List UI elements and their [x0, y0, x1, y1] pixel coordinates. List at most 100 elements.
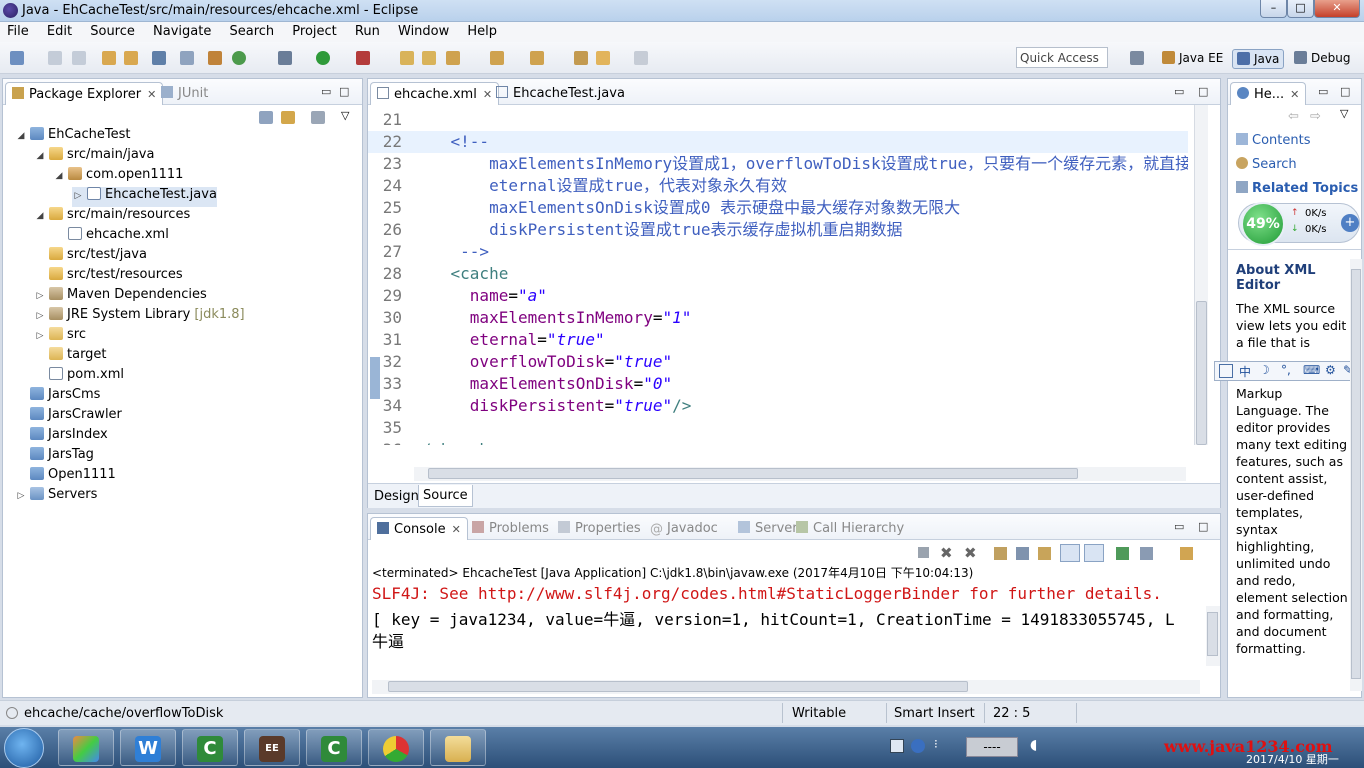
next-annotation-icon[interactable] [530, 51, 544, 65]
punctuation-icon[interactable]: °, [1281, 363, 1291, 377]
expand-toggle-icon[interactable]: ▷ [34, 311, 46, 321]
menu-help[interactable]: Help [460, 22, 504, 39]
show-stderr-icon[interactable] [1084, 544, 1104, 562]
moon-icon[interactable]: ☽ [1259, 363, 1270, 377]
new-icon[interactable] [10, 51, 24, 65]
code-line[interactable]: 33 maxElementsOnDisk="0" [368, 373, 1188, 395]
remove-launch-icon[interactable]: ✖ [940, 544, 953, 562]
view-menu-icon[interactable]: ▽ [341, 109, 349, 122]
scroll-lock-icon[interactable] [1016, 547, 1029, 560]
menu-window[interactable]: Window [391, 22, 456, 39]
code-line[interactable]: 32 overflowToDisk="true" [368, 351, 1188, 373]
save-icon[interactable] [48, 51, 62, 65]
tray-menu-icon[interactable]: ⁝ [934, 737, 938, 751]
taskbar-app-word[interactable]: W [120, 729, 176, 766]
expand-toggle-icon[interactable]: ▷ [72, 191, 84, 201]
clear-console-icon[interactable] [994, 547, 1007, 560]
tree-item[interactable]: src/test/java [34, 247, 147, 267]
display-console-icon[interactable] [1140, 547, 1153, 560]
save-all-icon[interactable] [72, 51, 86, 65]
settings-icon[interactable]: ⚙ [1325, 363, 1336, 377]
console-hscroll-thumb[interactable] [388, 681, 968, 692]
tree-item[interactable]: ◢ src/main/java [34, 147, 154, 167]
tree-item[interactable]: JarsIndex [15, 427, 108, 447]
code-line[interactable]: 34 diskPersistent="true"/> [368, 395, 1188, 417]
expand-toggle-icon[interactable]: ◢ [34, 211, 46, 221]
tab-properties[interactable]: Properties [552, 517, 647, 540]
editor-vertical-scrollbar[interactable] [1194, 105, 1208, 445]
terminate-icon[interactable] [918, 547, 929, 558]
perspective-debug[interactable]: Debug [1290, 49, 1354, 69]
close-icon[interactable]: ✕ [452, 523, 461, 536]
help-vscroll-thumb[interactable] [1351, 269, 1361, 679]
code-line[interactable]: 28 <cache [368, 263, 1188, 285]
tree-item[interactable]: target [34, 347, 107, 367]
console-view-icon[interactable] [152, 51, 166, 65]
pen-icon[interactable] [446, 51, 460, 65]
link-with-editor-icon[interactable] [281, 111, 295, 124]
show-stdout-icon[interactable] [1060, 544, 1080, 562]
minimize-help-icon[interactable]: ▭ [1318, 85, 1328, 98]
external-tools-icon[interactable] [356, 51, 370, 65]
maximize-view-icon[interactable]: □ [339, 85, 349, 98]
pin-console-icon[interactable] [1116, 547, 1129, 560]
code-line[interactable]: 22 <!-- [368, 131, 1188, 153]
code-line[interactable]: 24 eternal设置成true，代表对象永久有效 [368, 175, 1188, 197]
focus-task-icon[interactable] [311, 111, 325, 124]
tab-source[interactable]: Source [418, 485, 473, 507]
expand-toggle-icon[interactable]: ▷ [34, 291, 46, 301]
console-vscroll-thumb[interactable] [1207, 612, 1218, 656]
tab-design[interactable]: Design [372, 487, 421, 506]
tab-junit[interactable]: JUnit [155, 82, 214, 105]
code-line[interactable]: 29 name="a" [368, 285, 1188, 307]
start-button[interactable] [4, 728, 44, 768]
collapse-all-icon[interactable] [259, 111, 273, 124]
tab-problems[interactable]: Problems [466, 517, 555, 540]
tab-console[interactable]: Console ✕ [370, 517, 468, 540]
maximize-editor-icon[interactable]: □ [1198, 85, 1208, 98]
tree-item[interactable]: ▷ JRE System Library [jdk1.8] [34, 307, 245, 327]
menu-project[interactable]: Project [285, 22, 343, 39]
debug-icon[interactable] [278, 51, 292, 65]
remove-all-icon[interactable]: ✖ [964, 544, 977, 562]
maximize-help-icon[interactable]: □ [1340, 85, 1350, 98]
help-forward-icon[interactable]: ⇨ [1310, 109, 1321, 124]
code-line[interactable]: 27 --> [368, 241, 1188, 263]
tree-item[interactable]: pom.xml [34, 367, 124, 387]
tray-ime-icon[interactable] [890, 739, 904, 753]
ime-toolbar[interactable]: 中 ☽ °, ⌨ ⚙ ✎ [1214, 361, 1360, 381]
help-contents-link[interactable]: Contents [1236, 133, 1310, 148]
help-back-icon[interactable]: ⇦ [1288, 109, 1299, 124]
close-icon[interactable]: ✕ [1290, 88, 1299, 101]
minimize-view-icon[interactable]: ▭ [321, 85, 331, 98]
open-resource-icon[interactable] [124, 51, 138, 65]
tree-item[interactable]: JarsCms [15, 387, 100, 407]
keyboard-icon[interactable]: ⌨ [1303, 363, 1320, 377]
expand-toggle-icon[interactable]: ◢ [15, 131, 27, 141]
taskbar-app-colorful[interactable] [58, 729, 114, 766]
run-icon[interactable] [316, 51, 330, 65]
tree-item[interactable]: JarsCrawler [15, 407, 122, 427]
taskbar-app-camtasia-2[interactable]: C [306, 729, 362, 766]
tree-item[interactable]: JarsTag [15, 447, 94, 467]
tab-ehcache-xml[interactable]: ehcache.xml ✕ [370, 82, 500, 105]
new-java-project-icon[interactable] [400, 51, 414, 65]
editor-hscroll-thumb[interactable] [428, 468, 1078, 479]
code-line[interactable]: 30 maxElementsInMemory="1" [368, 307, 1188, 329]
back-icon[interactable] [596, 51, 610, 65]
tree-item[interactable]: ◢ com.open1111 [53, 167, 183, 187]
menu-run[interactable]: Run [348, 22, 387, 39]
tree-item[interactable]: ◢ src/main/resources [34, 207, 190, 227]
help-menu-icon[interactable]: ▽ [1340, 107, 1348, 120]
perspective-java[interactable]: Java [1232, 49, 1285, 69]
open-type-icon[interactable] [102, 51, 116, 65]
perspective-java-ee[interactable]: Java EE [1158, 49, 1227, 69]
minimize-button[interactable]: – [1260, 0, 1287, 18]
network-speed-widget[interactable]: 49% ↑ 0K/s ↓ 0K/s + [1238, 202, 1360, 246]
tab-javadoc[interactable]: @ Javadoc [644, 517, 724, 540]
plus-icon[interactable]: + [1341, 214, 1359, 232]
menu-navigate[interactable]: Navigate [146, 22, 218, 39]
tree-item[interactable]: ▷ EhcacheTest.java [72, 187, 217, 207]
expand-toggle-icon[interactable]: ▷ [34, 331, 46, 341]
help-search-link[interactable]: Search [1236, 157, 1297, 172]
